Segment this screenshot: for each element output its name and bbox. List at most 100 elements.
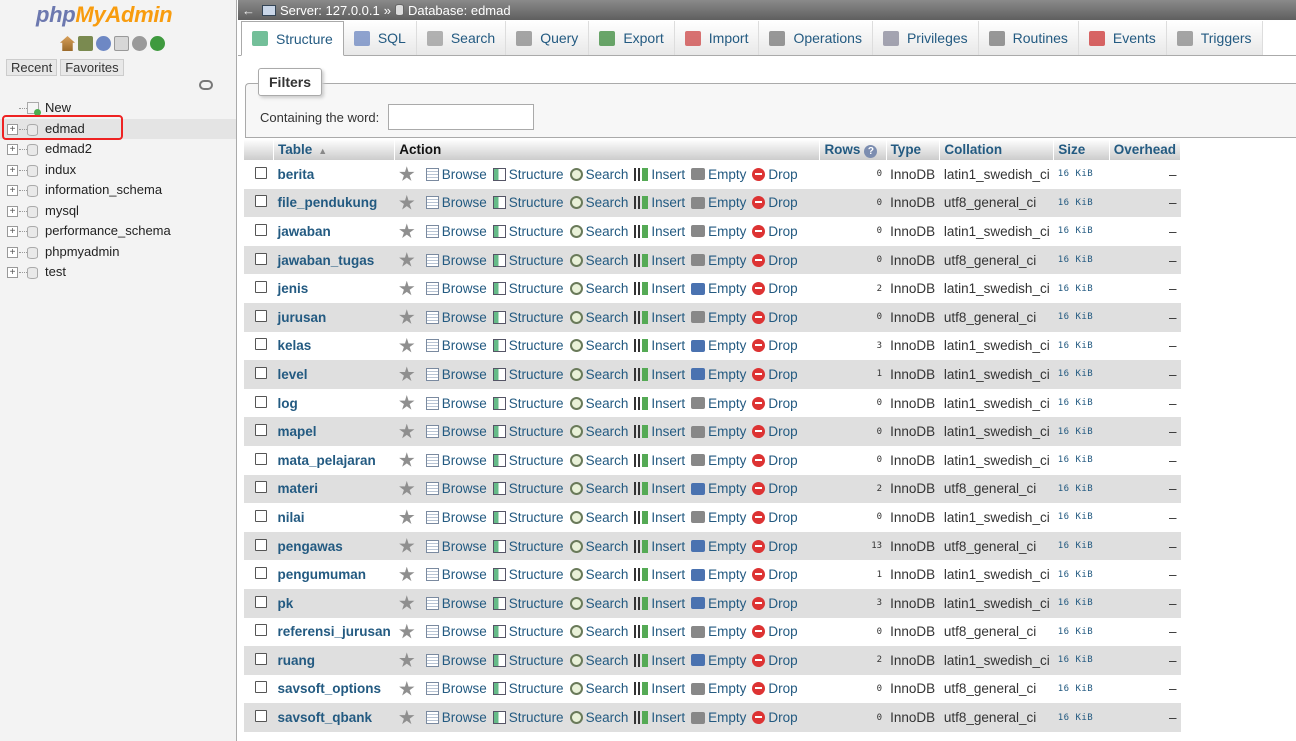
empty-action[interactable]: Empty bbox=[691, 510, 746, 525]
table-name-link[interactable]: referensi_jurusan bbox=[277, 624, 390, 639]
table-size[interactable]: 16 KiB bbox=[1053, 474, 1110, 504]
row-checkbox[interactable] bbox=[255, 652, 267, 665]
browse-action[interactable]: Browse bbox=[425, 710, 487, 725]
favorite-star-icon[interactable] bbox=[399, 652, 415, 667]
search-action[interactable]: Search bbox=[569, 710, 628, 725]
structure-action[interactable]: Structure bbox=[492, 195, 564, 210]
tree-item-database[interactable]: + test bbox=[0, 262, 236, 283]
table-size[interactable]: 16 KiB bbox=[1053, 274, 1110, 303]
table-size[interactable]: 16 KiB bbox=[1053, 503, 1110, 532]
search-action[interactable]: Search bbox=[569, 481, 628, 496]
tree-item-database[interactable]: + indux bbox=[0, 160, 236, 181]
browse-action[interactable]: Browse bbox=[425, 253, 487, 268]
table-name-link[interactable]: kelas bbox=[277, 338, 311, 353]
favorite-star-icon[interactable] bbox=[399, 480, 415, 496]
logout-icon[interactable] bbox=[78, 36, 93, 51]
structure-action[interactable]: Structure bbox=[492, 710, 564, 725]
insert-action[interactable]: Insert bbox=[634, 424, 685, 439]
tab-routines[interactable]: Routines bbox=[978, 21, 1079, 55]
insert-action[interactable]: Insert bbox=[634, 710, 685, 725]
structure-action[interactable]: Structure bbox=[492, 453, 564, 468]
search-action[interactable]: Search bbox=[569, 195, 628, 210]
table-column-header[interactable]: Table ▲ bbox=[273, 139, 396, 160]
query-window-icon[interactable] bbox=[96, 36, 111, 51]
tab-sql[interactable]: SQL bbox=[343, 21, 417, 55]
structure-action[interactable]: Structure bbox=[492, 481, 564, 496]
search-action[interactable]: Search bbox=[569, 310, 628, 325]
drop-action[interactable]: Drop bbox=[752, 281, 798, 296]
table-name-link[interactable]: pengumuman bbox=[277, 567, 366, 582]
row-checkbox[interactable] bbox=[255, 195, 267, 208]
empty-action[interactable]: Empty bbox=[691, 195, 746, 210]
browse-action[interactable]: Browse bbox=[425, 453, 487, 468]
expand-icon[interactable]: + bbox=[7, 226, 18, 237]
row-checkbox[interactable] bbox=[255, 567, 267, 580]
expand-icon[interactable]: + bbox=[7, 185, 18, 196]
browse-action[interactable]: Browse bbox=[425, 310, 487, 325]
browse-action[interactable]: Browse bbox=[425, 338, 487, 353]
insert-action[interactable]: Insert bbox=[634, 681, 685, 696]
tab-search[interactable]: Search bbox=[416, 21, 507, 55]
favorite-star-icon[interactable] bbox=[399, 309, 415, 324]
row-checkbox[interactable] bbox=[255, 366, 267, 379]
tab-triggers[interactable]: Triggers bbox=[1166, 21, 1263, 55]
browse-action[interactable]: Browse bbox=[425, 281, 487, 296]
browse-action[interactable]: Browse bbox=[425, 167, 487, 182]
drop-action[interactable]: Drop bbox=[752, 253, 798, 268]
drop-action[interactable]: Drop bbox=[752, 453, 798, 468]
table-size[interactable]: 16 KiB bbox=[1053, 217, 1110, 246]
row-checkbox[interactable] bbox=[255, 509, 267, 522]
empty-action[interactable]: Empty bbox=[691, 539, 746, 554]
table-size[interactable]: 16 KiB bbox=[1053, 703, 1110, 732]
expand-icon[interactable]: + bbox=[7, 267, 18, 278]
drop-action[interactable]: Drop bbox=[752, 167, 798, 182]
empty-action[interactable]: Empty bbox=[691, 653, 746, 668]
browse-action[interactable]: Browse bbox=[425, 681, 487, 696]
row-checkbox[interactable] bbox=[255, 452, 267, 465]
empty-action[interactable]: Empty bbox=[691, 367, 746, 382]
favorite-star-icon[interactable] bbox=[399, 166, 415, 181]
drop-action[interactable]: Drop bbox=[752, 681, 798, 696]
link-with-main-panel-icon[interactable] bbox=[199, 80, 213, 90]
table-size[interactable]: 16 KiB bbox=[1053, 360, 1110, 389]
insert-action[interactable]: Insert bbox=[634, 653, 685, 668]
tab-privileges[interactable]: Privileges bbox=[872, 21, 979, 55]
search-action[interactable]: Search bbox=[569, 424, 628, 439]
insert-action[interactable]: Insert bbox=[634, 310, 685, 325]
table-size[interactable]: 16 KiB bbox=[1053, 445, 1110, 475]
structure-action[interactable]: Structure bbox=[492, 424, 564, 439]
search-action[interactable]: Search bbox=[569, 167, 628, 182]
structure-action[interactable]: Structure bbox=[492, 624, 564, 639]
structure-action[interactable]: Structure bbox=[492, 310, 564, 325]
tab-query[interactable]: Query bbox=[506, 21, 590, 55]
table-size[interactable]: 16 KiB bbox=[1053, 388, 1110, 418]
favorite-star-icon[interactable] bbox=[399, 223, 415, 239]
help-icon[interactable]: ? bbox=[864, 144, 878, 158]
structure-action[interactable]: Structure bbox=[492, 281, 564, 296]
search-action[interactable]: Search bbox=[569, 338, 628, 353]
drop-action[interactable]: Drop bbox=[752, 224, 798, 239]
row-checkbox[interactable] bbox=[255, 281, 267, 294]
insert-action[interactable]: Insert bbox=[634, 596, 685, 611]
tree-item-database[interactable]: + mysql bbox=[0, 201, 236, 222]
structure-action[interactable]: Structure bbox=[492, 367, 564, 382]
drop-action[interactable]: Drop bbox=[752, 481, 798, 496]
favorite-star-icon[interactable] bbox=[399, 623, 415, 639]
table-size[interactable]: 16 KiB bbox=[1053, 531, 1110, 561]
structure-action[interactable]: Structure bbox=[492, 167, 564, 182]
table-name-link[interactable]: berita bbox=[277, 167, 314, 182]
row-checkbox[interactable] bbox=[255, 710, 267, 723]
row-checkbox[interactable] bbox=[255, 338, 267, 351]
drop-action[interactable]: Drop bbox=[752, 310, 798, 325]
insert-action[interactable]: Insert bbox=[634, 510, 685, 525]
table-name-link[interactable]: jenis bbox=[277, 281, 308, 296]
row-checkbox[interactable] bbox=[255, 252, 267, 265]
overhead-column-header[interactable]: Overhead bbox=[1109, 139, 1182, 160]
empty-action[interactable]: Empty bbox=[691, 224, 746, 239]
drop-action[interactable]: Drop bbox=[752, 710, 798, 725]
empty-action[interactable]: Empty bbox=[691, 424, 746, 439]
table-size[interactable]: 16 KiB bbox=[1053, 646, 1110, 675]
gear-icon[interactable] bbox=[132, 36, 147, 51]
search-action[interactable]: Search bbox=[569, 539, 628, 554]
structure-action[interactable]: Structure bbox=[492, 567, 564, 582]
